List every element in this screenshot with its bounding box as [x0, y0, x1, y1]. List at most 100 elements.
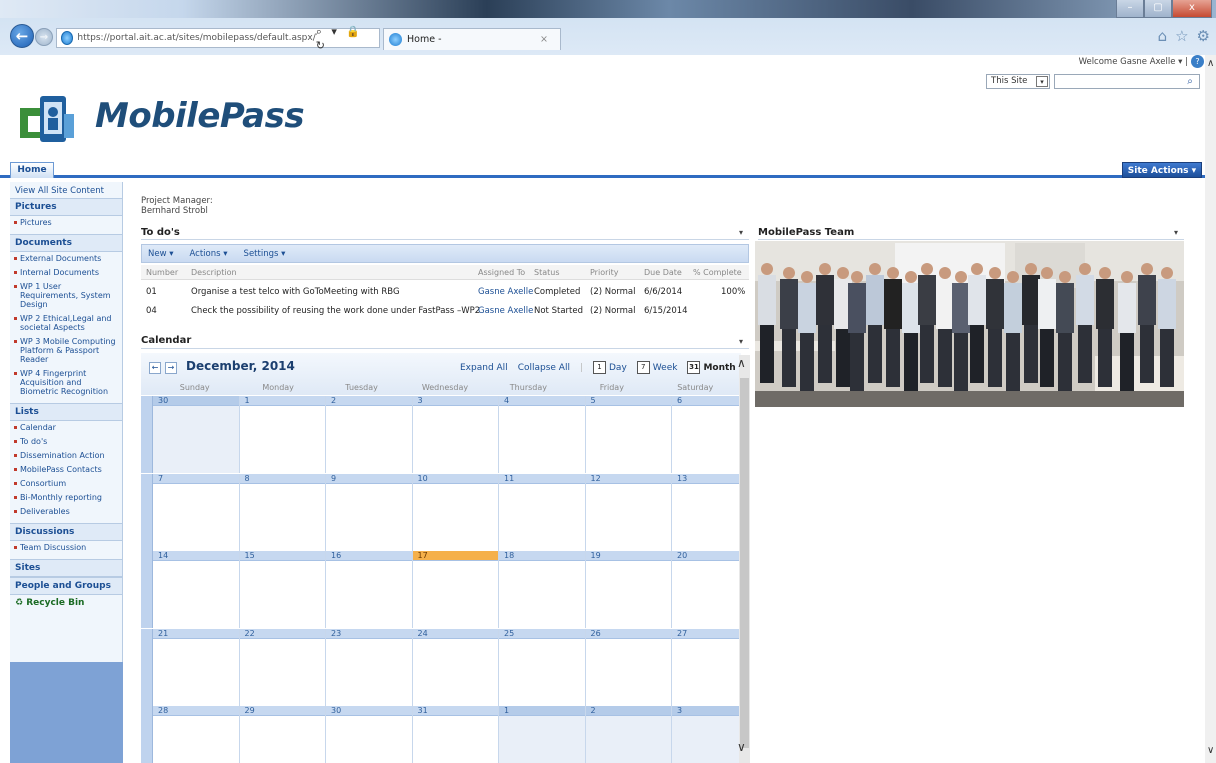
- calendar-day-cell[interactable]: 3: [412, 396, 499, 473]
- next-month-button[interactable]: →: [165, 362, 177, 374]
- col-due[interactable]: Due Date: [644, 268, 682, 277]
- gear-icon[interactable]: ⚙: [1197, 27, 1210, 45]
- calendar-day-cell[interactable]: 30: [326, 706, 413, 763]
- col-description[interactable]: Description: [191, 268, 237, 277]
- nav-item[interactable]: MobilePass Contacts: [10, 463, 122, 477]
- address-controls[interactable]: ⌕ ▾ 🔒 ↻: [316, 25, 373, 52]
- calendar-day-cell[interactable]: 25: [499, 628, 586, 706]
- home-icon[interactable]: ⌂: [1158, 27, 1168, 45]
- address-bar[interactable]: https://portal.ait.ac.at/sites/mobilepas…: [56, 25, 380, 52]
- todos-title[interactable]: To do's: [141, 227, 180, 238]
- nav-item[interactable]: External Documents: [10, 252, 122, 266]
- nav-item[interactable]: Bi-Monthly reporting: [10, 491, 122, 505]
- scroll-down-icon[interactable]: ∨: [737, 740, 746, 754]
- day-number[interactable]: 17: [412, 551, 498, 561]
- nav-header-pictures[interactable]: Pictures: [10, 198, 122, 216]
- calendar-day-cell[interactable]: 5: [585, 396, 672, 473]
- scroll-down-icon[interactable]: ∨: [1207, 745, 1214, 756]
- calendar-day-cell[interactable]: 27: [672, 628, 739, 706]
- nav-header-sites[interactable]: Sites: [10, 559, 122, 577]
- calendar-day-cell[interactable]: 2: [326, 396, 413, 473]
- team-title[interactable]: MobilePass Team: [758, 227, 854, 238]
- table-row[interactable]: 04 Check the possibility of reusing the …: [141, 302, 749, 318]
- nav-item[interactable]: Team Discussion: [10, 541, 122, 555]
- calendar-day-cell[interactable]: 9: [326, 473, 413, 551]
- day-number[interactable]: 13: [672, 473, 739, 484]
- day-number[interactable]: 24: [412, 628, 498, 639]
- day-view-button[interactable]: 1 Day: [593, 361, 627, 374]
- nav-item[interactable]: Dissemination Action: [10, 449, 122, 463]
- view-all-site-content-link[interactable]: View All Site Content: [10, 182, 122, 198]
- day-number[interactable]: 2: [326, 396, 412, 406]
- chevron-down-icon[interactable]: ▾: [1036, 76, 1048, 87]
- table-row[interactable]: 01 Organise a test telco with GoToMeetin…: [141, 283, 749, 299]
- calendar-day-cell[interactable]: 7: [153, 473, 240, 551]
- calendar-day-cell[interactable]: 19: [585, 551, 672, 628]
- calendar-day-cell[interactable]: 26: [585, 628, 672, 706]
- welcome-menu[interactable]: Welcome Gasne Axelle ▾ |: [1079, 57, 1188, 67]
- back-button[interactable]: ←: [10, 24, 34, 48]
- nav-item[interactable]: Deliverables: [10, 505, 122, 519]
- search-scope-select[interactable]: This Site ▾: [986, 74, 1050, 89]
- day-number[interactable]: 30: [153, 396, 239, 406]
- calendar-day-cell[interactable]: 24: [412, 628, 499, 706]
- day-number[interactable]: 3: [672, 706, 739, 716]
- calendar-day-cell[interactable]: 28: [153, 706, 240, 763]
- day-number[interactable]: 10: [412, 473, 498, 484]
- day-number[interactable]: 25: [499, 628, 585, 639]
- day-number[interactable]: 22: [239, 628, 325, 639]
- minimize-button[interactable]: –: [1116, 0, 1144, 18]
- collapse-all-link[interactable]: Collapse All: [518, 363, 570, 373]
- help-icon[interactable]: ?: [1191, 55, 1204, 68]
- day-number[interactable]: 21: [153, 628, 239, 639]
- day-number[interactable]: 1: [499, 706, 585, 716]
- calendar-day-cell[interactable]: 4: [499, 396, 586, 473]
- day-number[interactable]: 31: [412, 706, 498, 716]
- actions-menu[interactable]: Actions ▾: [190, 249, 228, 259]
- calendar-day-cell[interactable]: 15: [239, 551, 326, 628]
- search-icon[interactable]: ⌕: [1182, 75, 1198, 88]
- calendar-title[interactable]: Calendar: [141, 335, 191, 346]
- calendar-day-cell[interactable]: 21: [153, 628, 240, 706]
- recycle-bin-link[interactable]: ♻ Recycle Bin: [10, 595, 122, 611]
- nav-item[interactable]: WP 1 User Requirements, System Design: [10, 280, 122, 312]
- day-number[interactable]: 4: [499, 396, 585, 406]
- day-number[interactable]: 20: [672, 551, 739, 561]
- week-selector[interactable]: [141, 396, 153, 473]
- calendar-day-cell[interactable]: 10: [412, 473, 499, 551]
- nav-item[interactable]: Consortium: [10, 477, 122, 491]
- day-number[interactable]: 23: [326, 628, 412, 639]
- expand-all-link[interactable]: Expand All: [460, 363, 508, 373]
- day-number[interactable]: 28: [153, 706, 239, 716]
- calendar-day-cell[interactable]: 1: [239, 396, 326, 473]
- calendar-day-cell[interactable]: 16: [326, 551, 413, 628]
- day-number[interactable]: 2: [585, 706, 671, 716]
- tab-close-icon[interactable]: ×: [540, 34, 548, 45]
- nav-item[interactable]: WP 4 Fingerprint Acquisition and Biometr…: [10, 367, 122, 399]
- cell-assigned[interactable]: Gasne Axelle: [478, 287, 533, 297]
- day-number[interactable]: 19: [585, 551, 671, 561]
- site-title[interactable]: MobilePass: [95, 96, 305, 136]
- calendar-day-cell[interactable]: 23: [326, 628, 413, 706]
- col-assigned[interactable]: Assigned To: [478, 268, 525, 277]
- site-actions-button[interactable]: Site Actions ▾: [1122, 162, 1202, 178]
- calendar-day-cell[interactable]: 14: [153, 551, 240, 628]
- calendar-day-cell[interactable]: 22: [239, 628, 326, 706]
- day-number[interactable]: 11: [499, 473, 585, 484]
- nav-item[interactable]: To do's: [10, 435, 122, 449]
- day-number[interactable]: 15: [239, 551, 325, 561]
- day-number[interactable]: 29: [239, 706, 325, 716]
- calendar-day-cell[interactable]: 12: [585, 473, 672, 551]
- nav-item[interactable]: WP 3 Mobile Computing Platform & Passpor…: [10, 335, 122, 367]
- nav-item[interactable]: Pictures: [10, 216, 122, 230]
- day-number[interactable]: 26: [585, 628, 671, 639]
- nav-header-people-and-groups[interactable]: People and Groups: [10, 577, 122, 595]
- day-number[interactable]: 6: [672, 396, 739, 406]
- calendar-day-cell[interactable]: 1: [499, 706, 586, 763]
- nav-item[interactable]: Internal Documents: [10, 266, 122, 280]
- nav-item[interactable]: WP 2 Ethical,Legal and societal Aspects: [10, 312, 122, 335]
- day-number[interactable]: 16: [326, 551, 412, 561]
- calendar-scroll-thumb[interactable]: [740, 378, 749, 748]
- star-icon[interactable]: ☆: [1175, 27, 1188, 45]
- calendar-day-cell[interactable]: 6: [672, 396, 739, 473]
